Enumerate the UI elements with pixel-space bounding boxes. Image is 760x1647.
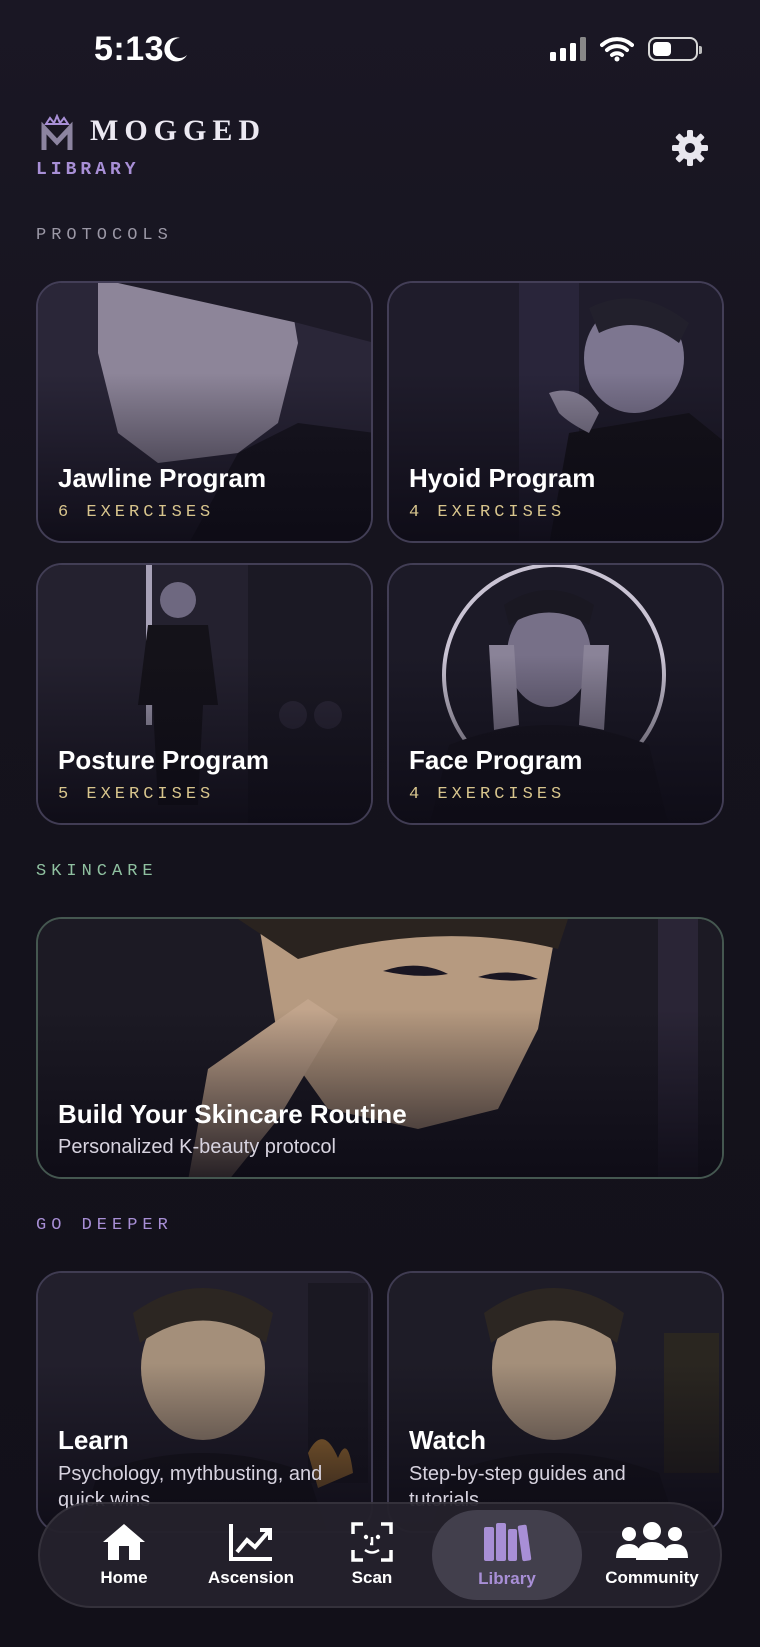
signal-icon	[550, 37, 586, 61]
battery-icon	[648, 37, 702, 61]
card-subtitle: Personalized K-beauty protocol	[58, 1136, 336, 1158]
moon-icon	[164, 37, 187, 62]
tab-community[interactable]: Community	[592, 1504, 712, 1606]
people-icon	[616, 1522, 688, 1560]
home-icon	[103, 1524, 145, 1560]
tab-label: Library	[478, 1569, 536, 1588]
bottom-tab-bar: Home Ascension Scan Library Community	[38, 1502, 722, 1608]
section-title-protocols: PROTOCOLS	[36, 226, 173, 245]
exercise-count: 6 EXERCISES	[58, 503, 215, 522]
library-books-icon	[484, 1523, 532, 1562]
card-title: Learn	[58, 1425, 129, 1455]
face-program-card[interactable]: Face Program 4 EXERCISES	[387, 563, 724, 825]
tab-library[interactable]: Library	[432, 1510, 582, 1600]
wifi-icon	[600, 37, 634, 62]
posture-program-card[interactable]: Posture Program 5 EXERCISES	[36, 563, 373, 825]
tab-label: Community	[605, 1568, 699, 1587]
tab-ascension[interactable]: Ascension	[186, 1504, 316, 1606]
tab-label: Home	[100, 1568, 148, 1587]
status-time: 5:13	[94, 30, 165, 68]
trend-up-icon	[229, 1524, 272, 1561]
exercise-count: 5 EXERCISES	[58, 785, 215, 804]
exercise-count: 4 EXERCISES	[409, 785, 566, 804]
card-title: Jawline Program	[58, 463, 267, 493]
card-title: Posture Program	[58, 745, 269, 775]
tab-home[interactable]: Home	[64, 1504, 184, 1606]
card-title: Hyoid Program	[409, 463, 596, 493]
brand-logo-text: MOGGED	[90, 114, 266, 147]
hyoid-program-card[interactable]: Hyoid Program 4 EXERCISES	[387, 281, 724, 543]
learn-card[interactable]: Learn Psychology, mythbusting, and quick…	[36, 1271, 373, 1533]
tab-label: Scan	[351, 1568, 393, 1587]
jawline-program-card[interactable]: Jawline Program 6 EXERCISES	[36, 281, 373, 543]
status-icons	[550, 36, 702, 62]
page-title: LIBRARY	[36, 160, 140, 180]
watch-card[interactable]: Watch Step-by-step guides and tutorials	[387, 1271, 724, 1533]
card-title: Build Your Skincare Routine	[58, 1099, 407, 1129]
face-scan-icon	[351, 1522, 393, 1562]
tab-scan[interactable]: Scan	[322, 1504, 422, 1606]
section-title-go-deeper: GO DEEPER	[36, 1216, 173, 1235]
logo-icon	[41, 114, 73, 150]
card-title: Face Program	[409, 745, 583, 775]
tab-label: Ascension	[208, 1568, 294, 1587]
card-title: Watch	[409, 1425, 487, 1455]
section-title-skincare: SKINCARE	[36, 862, 158, 881]
skincare-routine-card[interactable]: Build Your Skincare Routine Personalized…	[36, 917, 724, 1179]
gear-icon[interactable]	[670, 128, 710, 168]
exercise-count: 4 EXERCISES	[409, 503, 566, 522]
